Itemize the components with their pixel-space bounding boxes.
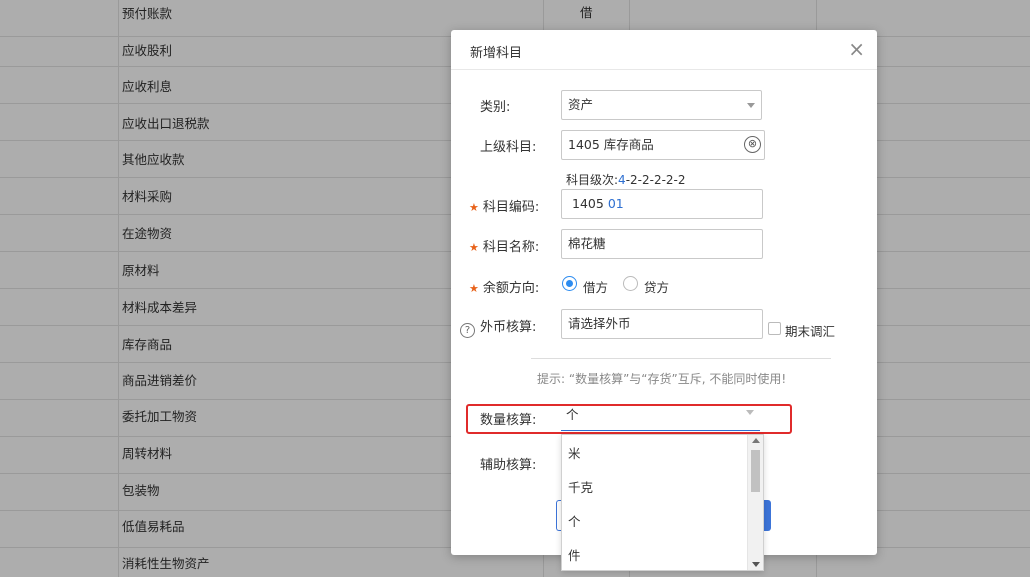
dropdown-option[interactable]: 个 xyxy=(568,511,581,530)
foreign-currency-label: ? 外币核算: xyxy=(460,316,536,338)
subject-code-label: ★ 科目编码: xyxy=(469,196,539,215)
subject-code-label-text: 科目编码: xyxy=(482,200,540,215)
debit-radio[interactable] xyxy=(562,276,577,291)
parent-subject-input[interactable]: 1405 库存商品 ⊗ xyxy=(561,130,765,160)
highlight-box xyxy=(466,404,792,434)
help-icon[interactable]: ? xyxy=(460,323,475,338)
code-prefix: 1405 xyxy=(572,196,604,211)
period-end-checkbox[interactable] xyxy=(768,322,781,335)
dropdown-option[interactable]: 米 xyxy=(568,443,581,462)
dropdown-option[interactable]: 件 xyxy=(568,545,581,564)
clear-icon[interactable]: ⊗ xyxy=(744,136,761,153)
dropdown-option[interactable]: 千克 xyxy=(568,477,593,496)
auxiliary-label: 辅助核算: xyxy=(480,458,537,473)
code-suffix: 01 xyxy=(607,196,624,211)
debit-radio-label: 借方 xyxy=(583,280,609,295)
required-star-icon: ★ xyxy=(469,241,479,254)
subject-level-hint: 科目级次:4-2-2-2-2-2 xyxy=(566,171,686,188)
foreign-currency-select[interactable]: 请选择外币 xyxy=(561,309,763,339)
category-value: 资产 xyxy=(568,97,594,112)
unit-dropdown[interactable]: 米 千克 个 件 xyxy=(561,434,764,571)
subject-code-input[interactable]: 1405 01 xyxy=(561,189,763,219)
chevron-down-icon xyxy=(747,103,755,108)
level-hint-prefix: 科目级次: xyxy=(566,173,619,187)
balance-direction-label-text: 余额方向: xyxy=(482,281,540,296)
parent-subject-label: 上级科目: xyxy=(480,140,537,155)
balance-direction-label: ★ 余额方向: xyxy=(469,277,539,296)
parent-subject-value: 1405 库存商品 xyxy=(568,137,654,152)
mutual-exclusion-tip: 提示: “数量核算”与“存货”互斥, 不能同时使用! xyxy=(537,372,787,386)
divider xyxy=(531,358,831,359)
category-select[interactable]: 资产 xyxy=(561,90,762,120)
level-hint-first: 4 xyxy=(618,173,626,187)
foreign-currency-placeholder: 请选择外币 xyxy=(568,316,631,331)
scroll-up-icon[interactable] xyxy=(752,438,760,443)
level-hint-rest: -2-2-2-2-2 xyxy=(625,173,686,187)
dialog-header: 新增科目 × xyxy=(451,30,877,70)
credit-radio[interactable] xyxy=(623,276,638,291)
foreign-currency-label-text: 外币核算: xyxy=(480,320,537,335)
scroll-down-icon[interactable] xyxy=(752,562,760,567)
scroll-thumb[interactable] xyxy=(751,450,760,492)
close-icon[interactable]: × xyxy=(848,39,865,59)
subject-name-label-text: 科目名称: xyxy=(482,240,540,255)
subject-name-label: ★ 科目名称: xyxy=(469,236,539,255)
subject-name-input[interactable]: 棉花糖 xyxy=(561,229,763,259)
period-end-label: 期末调汇 xyxy=(785,324,836,339)
required-star-icon: ★ xyxy=(469,201,479,214)
dropdown-scrollbar[interactable] xyxy=(747,435,763,570)
required-star-icon: ★ xyxy=(469,282,479,295)
subject-name-value: 棉花糖 xyxy=(568,236,606,251)
dialog-title: 新增科目 xyxy=(470,46,523,61)
credit-radio-label: 贷方 xyxy=(644,280,670,295)
category-label: 类别: xyxy=(480,100,511,115)
